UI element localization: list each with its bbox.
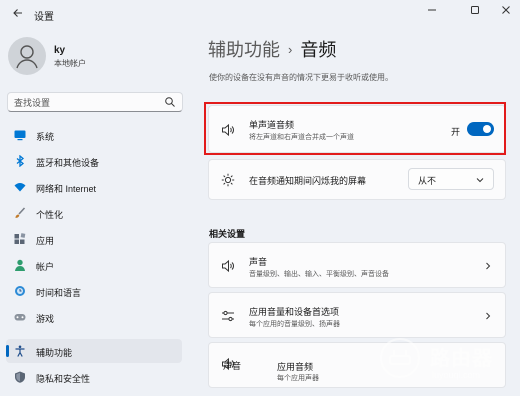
brush-icon <box>15 207 26 218</box>
minimize-button[interactable] <box>420 3 444 21</box>
chevron-right-icon: › <box>288 42 293 57</box>
dropdown-value: 从不 <box>418 176 437 186</box>
sidebar-item-bluetooth[interactable]: 蓝牙和其他设备 <box>6 149 182 173</box>
related-subtitle: 每个应用声器 <box>277 375 319 382</box>
related-app-volume-card[interactable]: 应用音量和设备首选项 每个应用的音量级别、扬声器 <box>208 292 506 338</box>
watermark-url: luyouqi.com <box>432 370 481 380</box>
related-title: 声音 <box>223 361 242 371</box>
sidebar-item-label: 网络和 Internet <box>36 184 97 194</box>
monitor-icon <box>14 130 26 141</box>
sidebar-item-label: 蓝牙和其他设备 <box>36 158 100 168</box>
sidebar-item-label: 帐户 <box>36 262 55 272</box>
gamepad-icon <box>14 314 26 321</box>
apps-icon <box>14 233 26 244</box>
globe-clock-icon <box>15 286 25 296</box>
wifi-icon <box>14 183 26 192</box>
watermark: 路由器 luyouqi.com <box>374 334 520 396</box>
maximize-button[interactable] <box>463 3 487 21</box>
close-button[interactable] <box>494 3 518 21</box>
avatar[interactable] <box>8 37 46 75</box>
sidebar-item-label: 隐私和安全性 <box>36 374 91 384</box>
sidebar-item-accounts[interactable]: 帐户 <box>6 253 182 277</box>
account-type: 本地帐户 <box>54 59 86 68</box>
arrow-left-icon <box>13 9 22 17</box>
sun-icon <box>221 173 235 187</box>
sidebar-item-accessibility[interactable]: 辅助功能 <box>6 339 182 363</box>
sidebar: ky 本地帐户 系统 蓝牙和其他设备 网络和 Internet 个性化 应用 帐… <box>0 30 192 396</box>
mixer-icon <box>222 310 234 322</box>
shield-icon <box>15 371 25 383</box>
sidebar-item-system[interactable]: 系统 <box>6 123 182 147</box>
back-button[interactable] <box>10 7 26 23</box>
page-description: 使你的设备在没有声音的情况下更易于收听或使用。 <box>209 73 393 82</box>
router-logo-icon <box>380 338 420 378</box>
app-title: 设置 <box>34 12 54 23</box>
accessibility-icon <box>15 345 25 357</box>
minimize-icon <box>428 9 436 11</box>
search-input[interactable] <box>14 96 164 109</box>
sidebar-item-gaming[interactable]: 游戏 <box>6 305 182 329</box>
chevron-down-icon <box>476 178 484 183</box>
related-subtitle: 每个应用的音量级别、扬声器 <box>249 321 340 328</box>
sidebar-item-privacy[interactable]: 隐私和安全性 <box>6 365 182 389</box>
flash-screen-title: 在音频通知期间闪烁我的屏幕 <box>249 176 367 186</box>
speaker-icon <box>222 259 234 273</box>
watermark-brand: 路由器 <box>430 348 493 370</box>
bluetooth-icon <box>16 155 25 167</box>
title-bar: 设置 <box>0 0 520 30</box>
chevron-right-icon <box>486 262 491 270</box>
breadcrumb-parent[interactable]: 辅助功能 <box>208 40 280 60</box>
person-icon <box>15 259 25 271</box>
section-title: 相关设置 <box>209 229 246 239</box>
sidebar-item-label: 游戏 <box>36 314 55 324</box>
sidebar-item-label: 系统 <box>36 132 55 142</box>
user-name: ky <box>54 45 66 56</box>
maximize-icon <box>471 6 479 14</box>
related-sound-card[interactable]: 声音 音量级别、输出、输入、平衡级别、声音设备 <box>208 242 506 288</box>
breadcrumb-current: 音频 <box>300 40 337 60</box>
sidebar-item-time-language[interactable]: 时间和语言 <box>6 279 182 303</box>
close-icon <box>502 6 510 14</box>
active-indicator <box>6 345 9 357</box>
highlight-box <box>204 102 506 155</box>
sidebar-item-label: 时间和语言 <box>36 288 82 298</box>
sidebar-item-label: 辅助功能 <box>36 348 73 358</box>
sidebar-item-label: 个性化 <box>36 210 64 220</box>
search-box[interactable] <box>7 92 183 112</box>
sidebar-item-personalization[interactable]: 个性化 <box>6 201 182 225</box>
sidebar-item-apps[interactable]: 应用 <box>6 227 182 251</box>
related-title: 应用音量和设备首选项 <box>249 307 340 317</box>
related-title: 声音 <box>249 257 268 267</box>
user-icon <box>16 45 38 69</box>
sidebar-item-network[interactable]: 网络和 Internet <box>6 175 182 199</box>
related-subtitle: 音量级别、输出、输入、平衡级别、声音设备 <box>249 271 389 278</box>
sidebar-item-label: 应用 <box>36 236 55 246</box>
page-title: 辅助功能 › 音频 <box>208 36 336 62</box>
flash-screen-dropdown[interactable]: 从不 <box>408 168 494 190</box>
related-title-2: 应用音频 <box>277 362 314 372</box>
chevron-right-icon <box>486 312 491 320</box>
search-icon[interactable] <box>164 96 176 108</box>
